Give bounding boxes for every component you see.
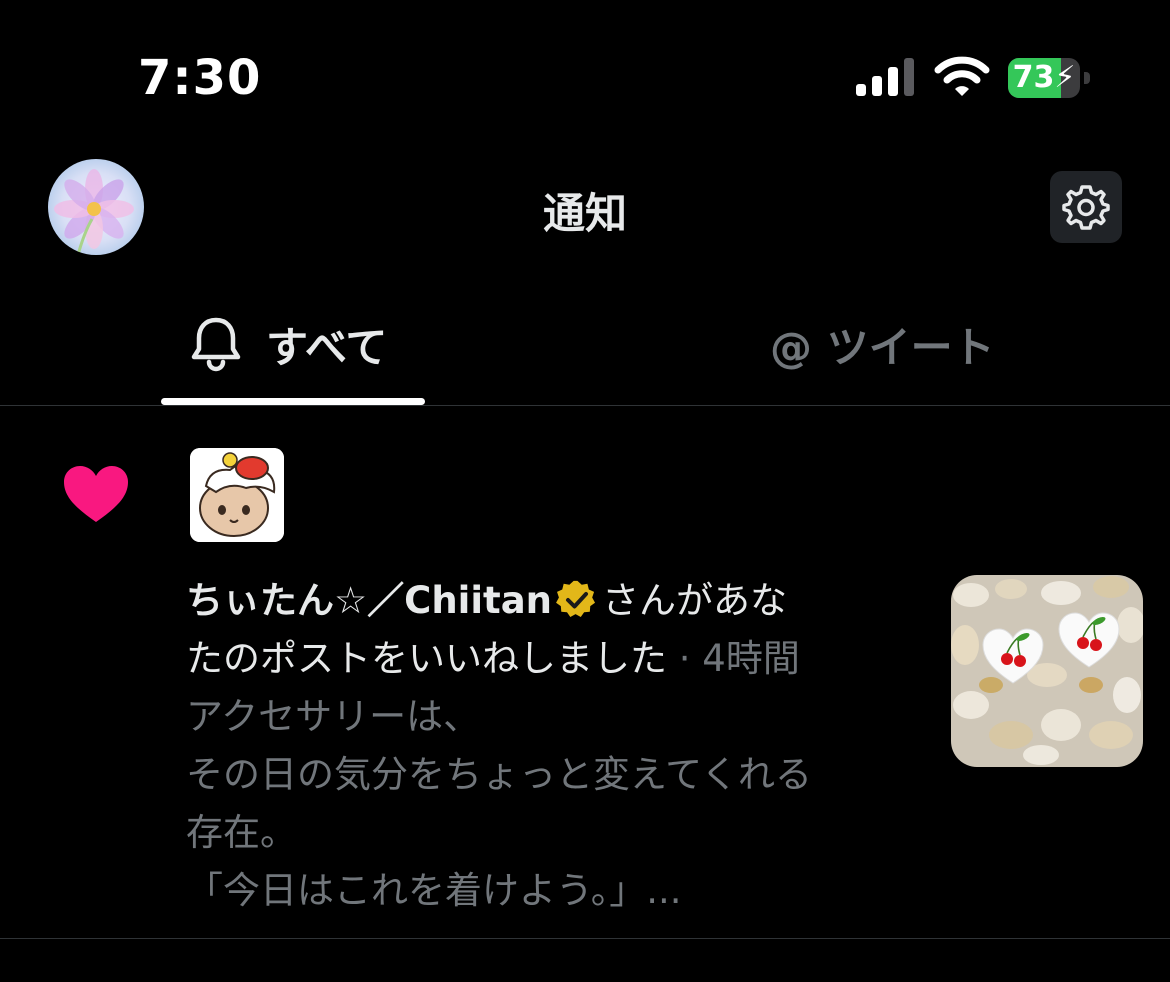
notification-action-part2: たのポストをいいねしました <box>186 637 667 680</box>
wifi-icon <box>934 56 990 96</box>
tab-all-label: すべて <box>266 323 388 372</box>
gear-icon <box>1062 185 1110 230</box>
post-preview[interactable]: アクセサリーは、 その日の気分をちょっと変えてくれる 存在。 「今日はこれを着け… <box>186 688 926 920</box>
charging-bolt-icon: ⚡ <box>1054 60 1076 95</box>
battery-level: 73⚡ <box>1012 60 1076 95</box>
preview-line: アクセサリーは、 <box>186 695 481 738</box>
user-avatar[interactable] <box>190 448 284 542</box>
preview-line: 存在。 <box>186 811 297 854</box>
notification-user-name[interactable]: ちぃたん☆／Chiitan <box>186 579 552 622</box>
tabs-divider <box>0 405 1170 406</box>
preview-line: 「今日はこれを着けよう。」... <box>186 869 682 912</box>
page-title: 通知 <box>542 189 627 238</box>
heart-icon <box>64 466 128 522</box>
tab-all[interactable]: すべて <box>160 300 426 405</box>
cherry-heart-accessory-image <box>951 575 1143 767</box>
otter-character-avatar <box>190 448 284 542</box>
battery-indicator: 73⚡ <box>1008 58 1092 98</box>
settings-button[interactable] <box>1050 171 1122 243</box>
notification-time: 4時間 <box>702 637 800 680</box>
notification-text[interactable]: ちぃたん☆／Chiitan さんがあなたのポストをいいねしました · 4時間 <box>186 572 926 688</box>
tab-selected-indicator <box>161 398 425 405</box>
post-thumbnail[interactable] <box>951 575 1143 767</box>
notification-divider <box>0 938 1170 939</box>
cellular-signal-icon <box>856 58 914 96</box>
notification-separator: · <box>667 637 703 680</box>
verified-badge-icon <box>556 580 596 617</box>
preview-line: その日の気分をちょっと変えてくれる <box>186 753 813 796</box>
notification-action-part1: さんがあな <box>602 579 788 622</box>
bell-icon <box>191 317 241 372</box>
status-time: 7:30 <box>138 50 262 106</box>
tab-mentions-label: @ ツイート <box>770 323 995 372</box>
tab-mentions[interactable]: @ ツイート <box>700 300 1040 405</box>
